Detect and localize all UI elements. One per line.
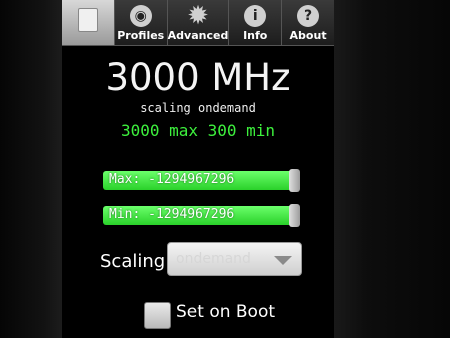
max-slider-label: Max: -1294967296 — [109, 172, 235, 187]
phone-bezel-left — [0, 0, 62, 338]
min-slider-thumb[interactable] — [289, 204, 300, 227]
scaling-selected-value: ondemand — [176, 251, 251, 267]
set-on-boot-label[interactable]: Set on Boot — [176, 302, 275, 322]
max-slider-thumb[interactable] — [289, 169, 300, 192]
set-on-boot-checkbox[interactable] — [144, 302, 171, 329]
tab-main[interactable] — [62, 0, 114, 45]
tab-advanced-label: Advanced — [167, 29, 229, 42]
min-slider-label: Min: -1294967296 — [109, 207, 235, 222]
current-frequency: 3000 MHz — [105, 56, 291, 99]
phone-bezel-right — [332, 0, 450, 338]
document-icon — [77, 8, 98, 32]
app-screen: ◉ Profiles ✹ Advanced i Info ? About 300… — [62, 0, 334, 338]
tab-info-label: Info — [243, 29, 268, 42]
tab-bar: ◉ Profiles ✹ Advanced i Info ? About — [62, 0, 334, 46]
min-frequency-slider[interactable]: Min: -1294967296 — [103, 206, 299, 225]
profiles-icon: ◉ — [129, 5, 152, 27]
scaling-dropdown[interactable]: ondemand — [167, 242, 302, 276]
tab-profiles-label: Profiles — [117, 29, 165, 42]
help-icon: ? — [297, 5, 320, 27]
tab-info[interactable]: i Info — [228, 0, 281, 45]
max-frequency-slider[interactable]: Max: -1294967296 — [103, 171, 299, 190]
tab-about-label: About — [289, 29, 327, 42]
scaling-label: Scaling — [100, 251, 166, 272]
tab-advanced[interactable]: ✹ Advanced — [166, 0, 229, 45]
governor-status: scaling ondemand — [140, 101, 256, 115]
tab-about[interactable]: ? About — [281, 0, 334, 45]
frequency-range: 3000 max 300 min — [120, 121, 276, 140]
gear-icon: ✹ — [187, 1, 209, 31]
chevron-down-icon — [274, 256, 292, 265]
tab-profiles[interactable]: ◉ Profiles — [113, 0, 167, 45]
info-icon: i — [244, 5, 267, 27]
